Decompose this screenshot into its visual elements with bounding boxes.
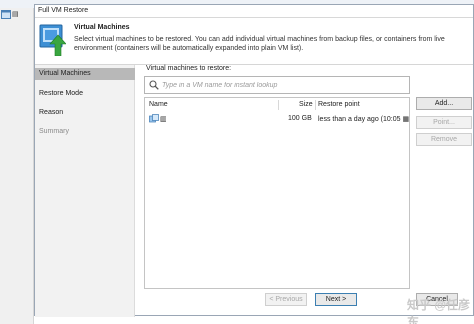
vm-list-label: Virtual machines to restore: [146,65,232,72]
search-icon [149,80,159,90]
full-vm-restore-dialog: Full VM Restore Virtual Machines Select … [34,4,474,324]
header-description: Select virtual machines to be restored. … [74,36,445,52]
next-button[interactable]: Next > [315,293,357,306]
dialog-title: Full VM Restore [38,7,89,14]
watermark-text: 知乎 @任彦东 [407,298,471,324]
nav-step-reason[interactable]: Reason [35,107,135,119]
wizard-step-nav: Virtual Machines Restore Mode Reason Sum… [35,65,135,317]
desktop-item-label: ▤ [12,11,19,18]
column-header-restore-point[interactable]: Restore point [318,101,360,108]
nav-step-restore-mode[interactable]: Restore Mode [35,88,135,100]
vm-restore-point-cell: less than a day ago (10:05 ▦ [318,116,410,123]
header-title: Virtual Machines [74,24,130,31]
column-separator [278,100,279,110]
nav-step-summary: Summary [39,128,69,135]
column-header-size[interactable]: Size [299,101,313,108]
column-separator [315,100,316,110]
vm-restore-icon [39,24,66,56]
nav-step-virtual-machines[interactable]: Virtual Machines [35,68,135,80]
vm-icon [149,114,159,123]
wizard-header: Virtual Machines Select virtual machines… [35,18,473,65]
previous-button[interactable]: < Previous [265,293,307,306]
remove-button[interactable]: Remove [416,133,472,146]
desktop-window-icon [1,10,11,19]
vm-search-input[interactable] [162,78,406,92]
vm-search-box[interactable] [144,76,410,94]
background-left-panel [0,8,34,324]
add-button[interactable]: Add... [416,97,472,110]
vm-restore-table: Name Size Restore point ▥ 100 GB less th… [144,97,410,289]
dialog-titlebar[interactable]: Full VM Restore [35,5,473,18]
column-header-name[interactable]: Name [149,101,168,108]
point-button[interactable]: Point... [416,116,472,129]
vm-name-cell: ▥ [160,116,167,123]
table-row[interactable]: ▥ 100 GB less than a day ago (10:05 ▦ [147,113,409,125]
vm-size-cell: 100 GB [288,115,312,122]
